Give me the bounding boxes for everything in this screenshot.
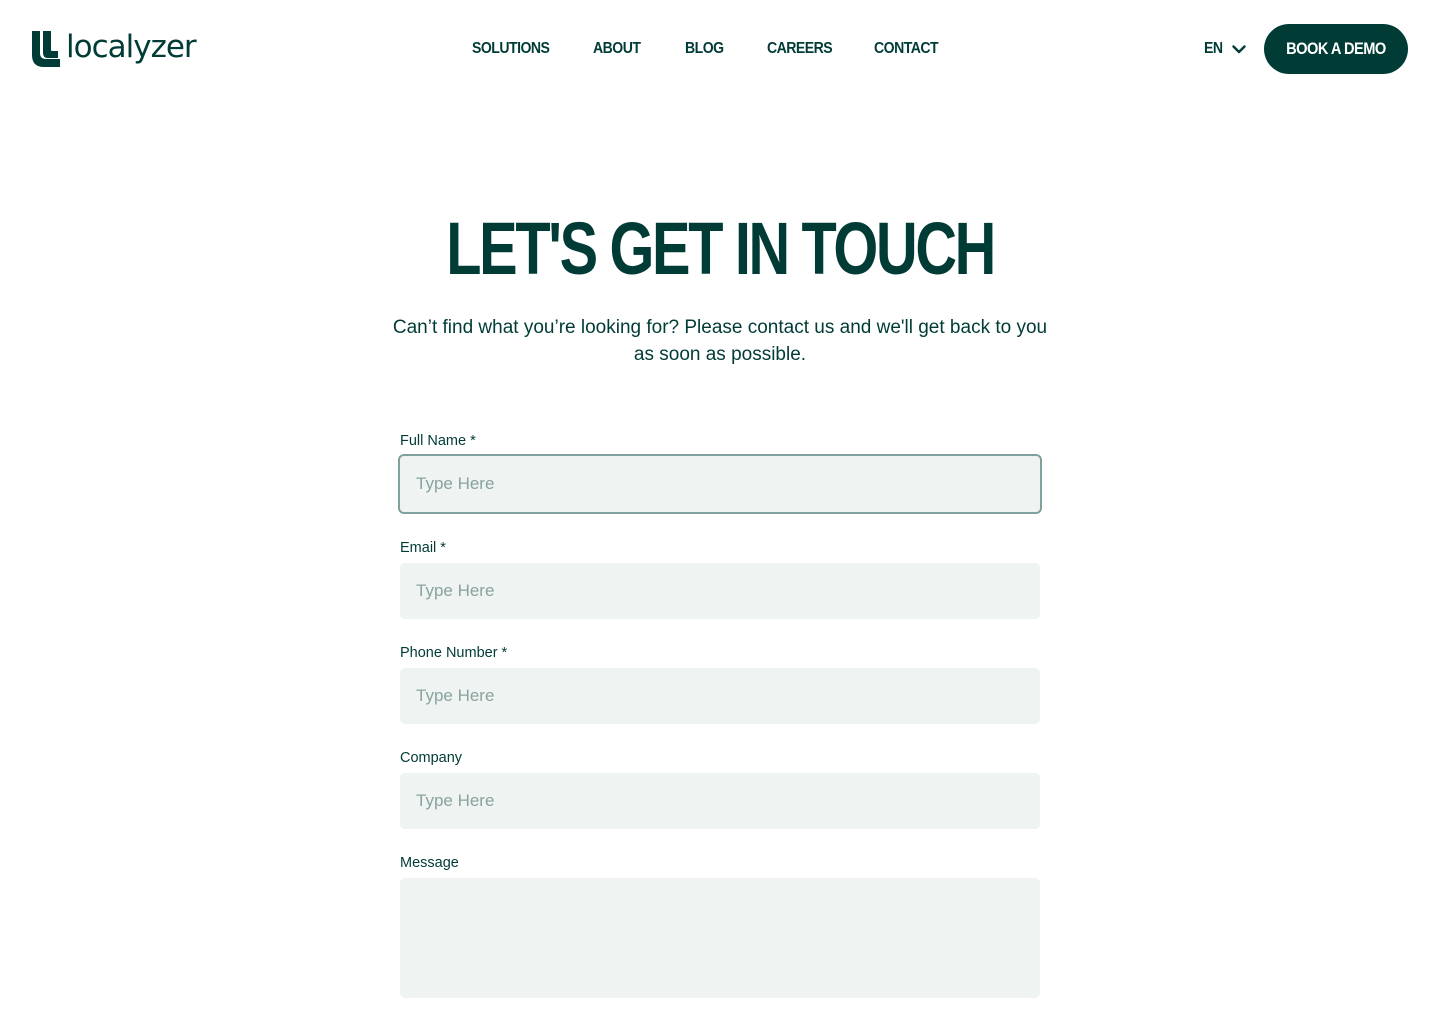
nav-item-about[interactable]: ABOUT <box>593 38 674 60</box>
message-label: Message <box>400 855 459 871</box>
phone-number-label: Phone Number * <box>400 645 508 661</box>
localyzer-logo-icon <box>32 31 60 67</box>
nav-item-careers[interactable]: CAREERS <box>767 38 861 60</box>
logo-wordmark: localyzer <box>66 29 197 65</box>
nav-item-solutions[interactable]: SOLUTIONS <box>472 38 578 60</box>
email-input[interactable] <box>400 563 1040 619</box>
phone-number-input[interactable] <box>400 668 1040 724</box>
full-name-input[interactable] <box>398 454 1042 514</box>
full-name-label: Full Name * <box>400 433 476 449</box>
page-subtitle: Can’t find what you’re looking for? Plea… <box>392 317 1048 365</box>
page-title: LET'S GET IN TOUCH <box>0 206 1440 292</box>
phone-number-field: Phone Number * <box>400 642 1040 724</box>
message-textarea[interactable] <box>400 878 1040 998</box>
email-field: Email * <box>400 537 1040 619</box>
email-label: Email * <box>400 540 446 556</box>
nav-item-blog[interactable]: BLOG <box>685 38 757 60</box>
main-nav: SOLUTIONS ABOUT BLOG CAREERS CONTACT <box>472 38 954 60</box>
logo-link[interactable]: localyzer <box>32 29 197 68</box>
company-field: Company <box>400 747 1040 829</box>
language-label: EN <box>1204 40 1223 57</box>
book-demo-button[interactable]: BOOK A DEMO <box>1264 24 1408 74</box>
contact-form: Full Name * Email * Phone Number * Compa… <box>398 430 1042 1026</box>
chevron-down-icon <box>1232 44 1246 53</box>
nav-item-contact[interactable]: CONTACT <box>874 38 944 60</box>
page-title-text: LET'S GET IN TOUCH <box>446 207 996 290</box>
site-header: localyzer SOLUTIONS ABOUT BLOG CAREERS C… <box>0 0 1440 98</box>
company-input[interactable] <box>400 773 1040 829</box>
book-demo-label: BOOK A DEMO <box>1286 39 1386 58</box>
language-selector[interactable]: EN <box>1204 38 1246 60</box>
full-name-field: Full Name * <box>398 430 1042 514</box>
company-label: Company <box>400 750 463 766</box>
message-field: Message <box>400 852 1040 1003</box>
